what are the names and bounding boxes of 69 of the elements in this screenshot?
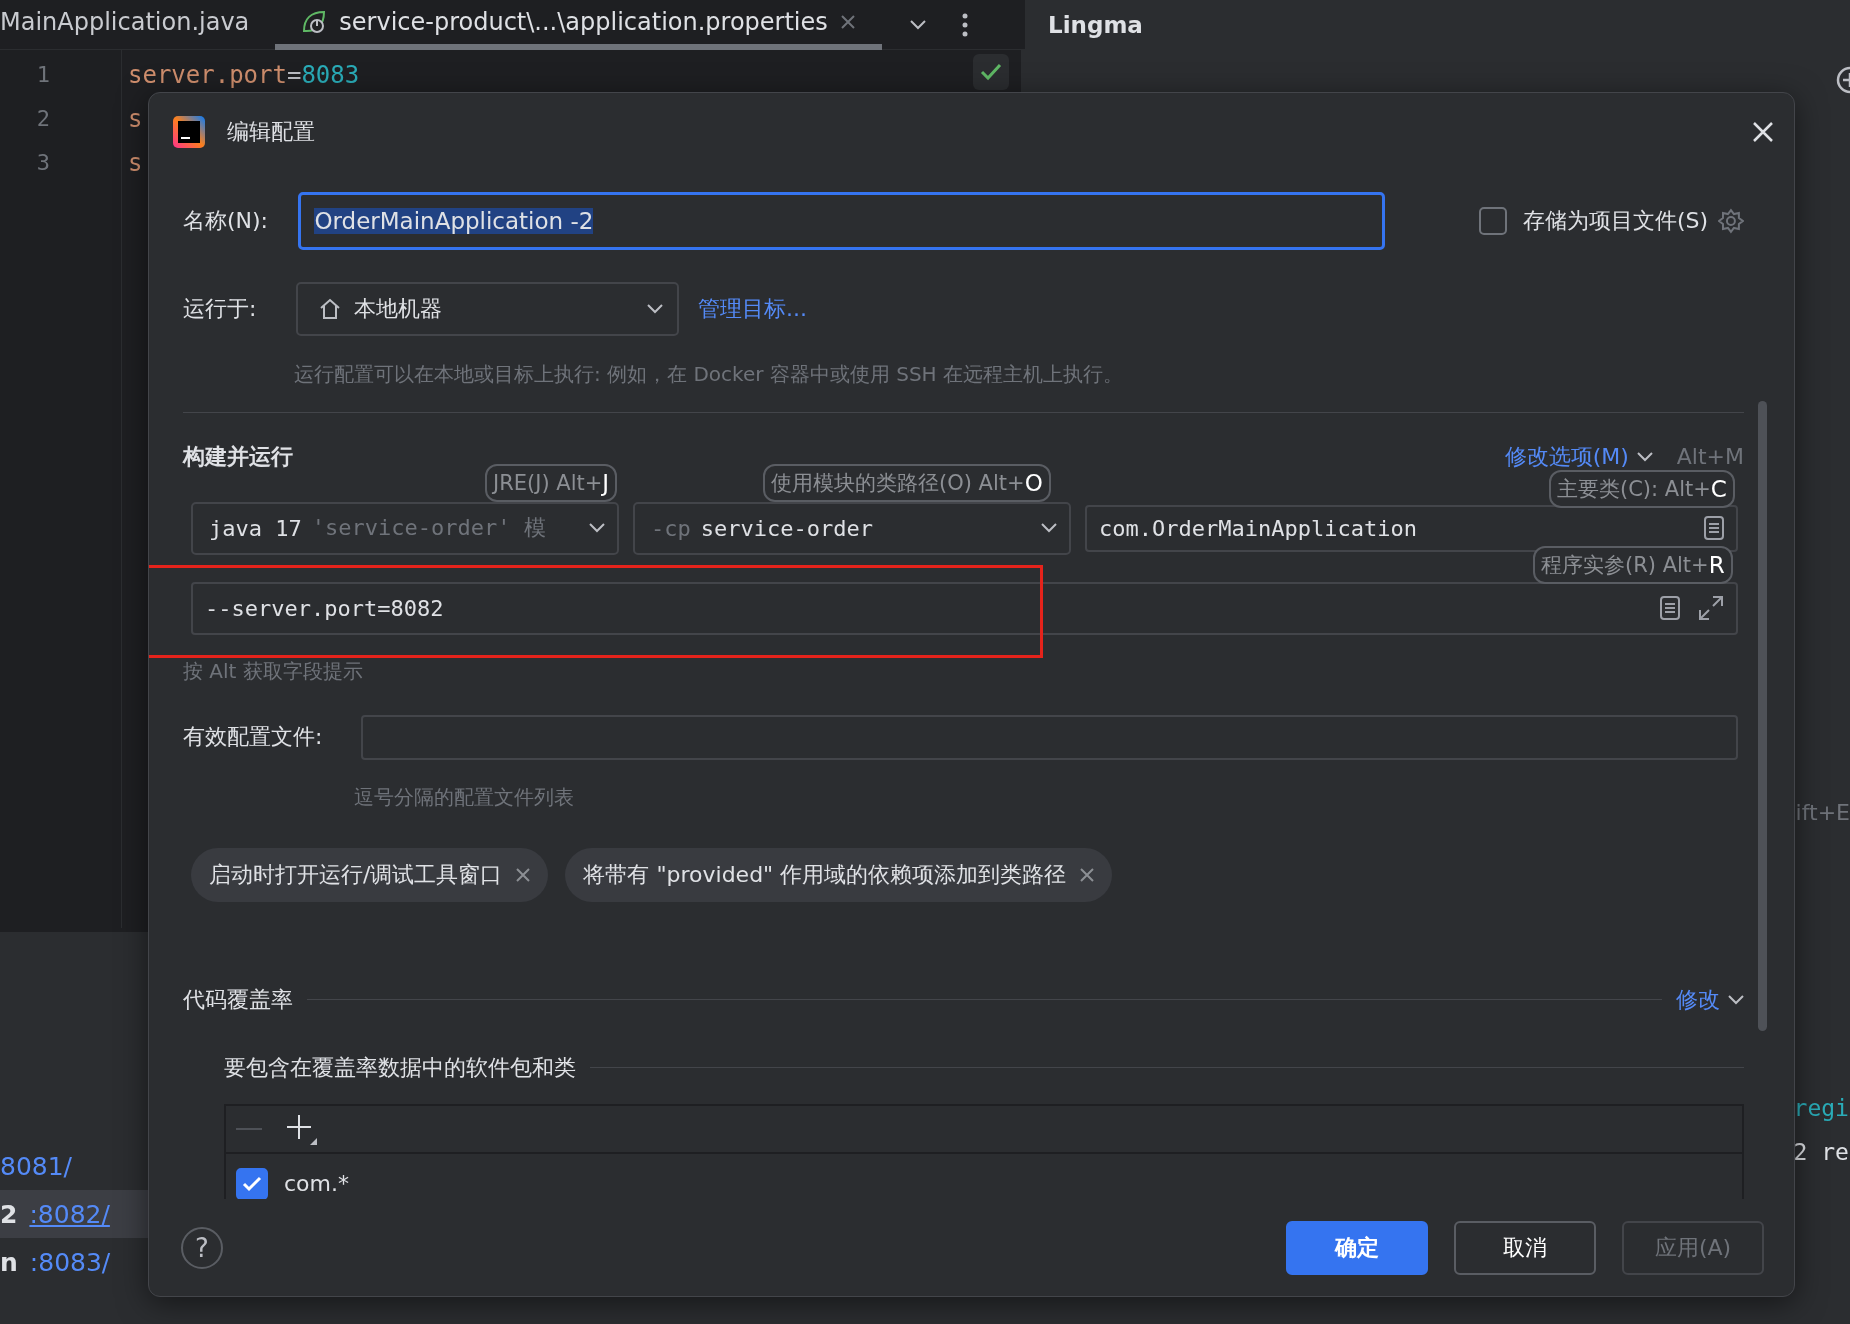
shortcut-hint: 程序实参(R) Alt+R [1533,545,1733,584]
code-line: s [128,148,143,179]
shortcut-text: Alt+M [1676,444,1744,470]
shortcut-hint: JRE(J) Alt+J [485,463,618,502]
line-number: 3 [35,149,50,177]
section-title: 代码覆盖率 [183,985,293,1014]
app-logo-icon [173,115,205,148]
document-icon[interactable] [1660,596,1680,621]
remove-icon[interactable] [516,867,531,882]
expand-icon[interactable] [1698,595,1724,622]
chevron-down-icon [909,19,926,30]
classpath-dropdown[interactable]: -cp service-order [633,501,1071,555]
jre-dropdown[interactable]: java 17 'service-order' 模 [191,501,619,555]
chevron-down-icon [1636,451,1653,462]
line-number: 1 [35,61,50,89]
hint-text: 运行配置可以在本地或目标上执行: 例如，在 Docker 容器中或使用 SSH 在远程主机上执行。 [294,361,1123,386]
field-label: 运行于: [183,294,258,323]
output-text: n [0,1247,18,1277]
chevron-down-icon [1041,523,1057,534]
panel-text: regi [1793,1095,1849,1121]
profiles-field[interactable] [361,714,1738,760]
home-icon [318,296,342,321]
chevron-down-icon [1728,994,1744,1005]
dialog-button[interactable]: 确定 [1286,1220,1428,1275]
section-title: 构建并运行 [183,442,294,471]
shortcut-hint: 使用模块的类路径(O) Alt+O [763,463,1051,502]
scrollbar[interactable] [1758,400,1767,1031]
help-button[interactable]: ? [181,1226,223,1269]
code-line: s [128,104,143,135]
option-chip[interactable]: 将带有 "provided" 作用域的依赖项添加到类路径 [565,847,1113,902]
editor-tab[interactable]: MainApplication.java [0,0,276,50]
dialog-title: 编辑配置 [227,117,316,146]
document-icon[interactable] [1704,516,1724,541]
chevron-down-icon [647,303,663,314]
settings-icon[interactable] [1718,207,1744,234]
store-checkbox[interactable] [1479,206,1507,235]
port-link[interactable]: :8083/ [29,1247,111,1277]
package-checkbox[interactable] [236,1167,268,1200]
field-label: 名称(N): [183,206,270,235]
code-line: server.port=8083 [128,60,360,91]
checkbox-label: 存储为项目文件(S) [1523,206,1709,235]
option-chip[interactable]: 启动时打开运行/调试工具窗口 [191,847,549,902]
dialog-button[interactable]: 取消 [1454,1220,1596,1275]
check-icon[interactable] [972,54,1009,90]
remove-icon[interactable] [1080,867,1095,882]
field-label: 有效配置文件: [183,723,324,752]
hint-text: 逗号分隔的配置文件列表 [354,784,574,809]
name-field[interactable]: OrderMainApplication -2 [298,191,1385,250]
panel-text: 2 re [1793,1139,1849,1165]
output-text: 2 [0,1199,18,1229]
port-link[interactable]: 8081/ [0,1151,73,1181]
manage-targets-link[interactable]: 管理目标... [698,293,807,324]
line-number: 2 [35,105,50,133]
modify-options-link[interactable]: 修改选项(M) [1504,441,1653,472]
program-args-field[interactable]: --server.port=8082 [191,581,1738,635]
modify-link[interactable]: 修改 [1676,984,1744,1015]
shortcut-hint: 主要类(C): Alt+C [1549,469,1735,508]
subsection-title: 要包含在覆盖率数据中的软件包和类 [224,1053,576,1082]
package-name: com.* [284,1171,349,1197]
target-dropdown[interactable]: 本地机器 [296,281,679,336]
leaf-icon [301,8,328,35]
more-icon[interactable] [961,12,968,37]
panel-title: Lingma [1048,12,1143,38]
hint-text: 按 Alt 获取字段提示 [183,658,363,683]
panel-text: ift+E [1795,800,1850,825]
check-icon [242,1175,262,1192]
add-icon[interactable] [1835,65,1850,95]
chevron-down-icon [589,523,605,534]
add-icon[interactable] [286,1112,318,1145]
